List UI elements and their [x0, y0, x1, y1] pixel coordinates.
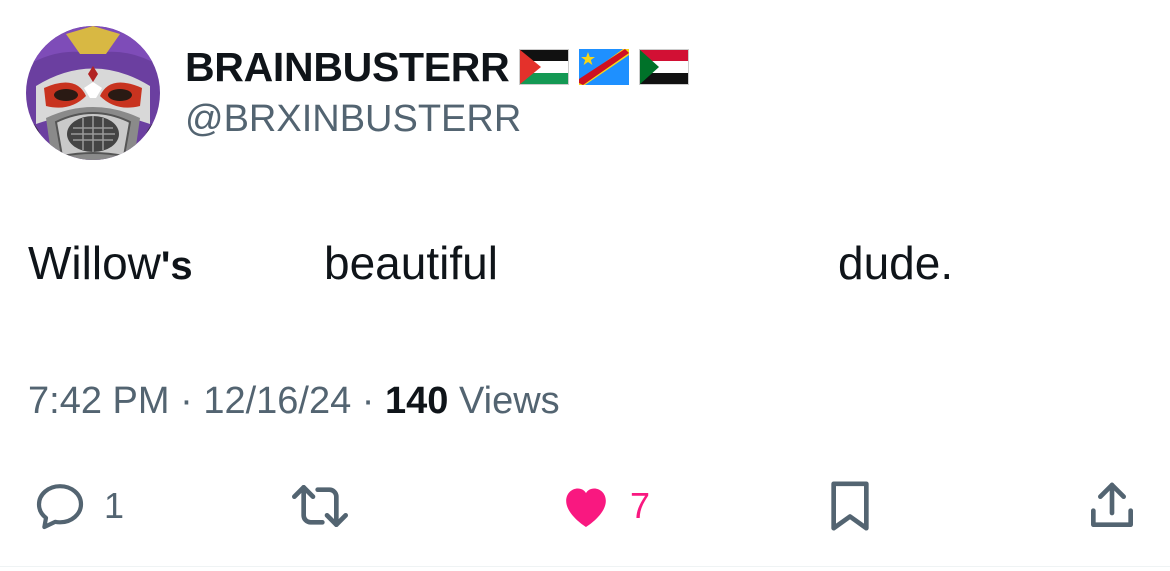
- reply-count: 1: [104, 485, 125, 526]
- sudan-flag-icon: [639, 49, 690, 85]
- like-count: 7: [630, 485, 651, 526]
- meta-separator: ·: [361, 380, 375, 422]
- dr-congo-flag-icon: [579, 49, 630, 85]
- tweet-word: dude.: [838, 237, 954, 289]
- tweet-time[interactable]: 7:42 PM: [28, 380, 170, 422]
- display-name-text: BRAINBUSTERR: [185, 43, 510, 90]
- meta-separator: ·: [180, 380, 193, 422]
- user-handle[interactable]: @BRXINBUSTERR: [185, 98, 521, 141]
- avatar[interactable]: [26, 26, 160, 160]
- share-icon: [1091, 482, 1133, 527]
- palestine-flag-icon: [519, 49, 570, 85]
- tweet-word: beautiful: [324, 237, 498, 289]
- tweet-word: Willow's: [28, 236, 193, 290]
- retweet-button[interactable]: [286, 478, 354, 534]
- share-button[interactable]: [1084, 478, 1140, 534]
- flag-emojis: [519, 49, 690, 85]
- tweet-date[interactable]: 12/16/24: [203, 380, 351, 422]
- bookmark-icon: [831, 481, 869, 531]
- tweet-meta: 7:42 PM · 12/16/24 · 140 Views: [28, 380, 560, 423]
- views-label: Views: [458, 380, 560, 422]
- display-name[interactable]: BRAINBUSTERR: [185, 40, 690, 94]
- tweet-text: Willow's beautiful dude.: [0, 236, 1170, 300]
- views-count: 140: [385, 380, 449, 422]
- reply-button[interactable]: 1: [30, 478, 124, 534]
- avatar-image: [26, 26, 160, 160]
- bookmark-button[interactable]: [824, 478, 876, 534]
- bottom-divider: [0, 566, 1170, 567]
- tweet-word-suffix: 's: [160, 244, 193, 288]
- tweet-word-text: Willow: [28, 237, 161, 289]
- reply-icon: [36, 484, 84, 530]
- like-button[interactable]: 7: [556, 478, 650, 534]
- heart-icon: [566, 488, 606, 527]
- retweet-icon: [292, 485, 348, 527]
